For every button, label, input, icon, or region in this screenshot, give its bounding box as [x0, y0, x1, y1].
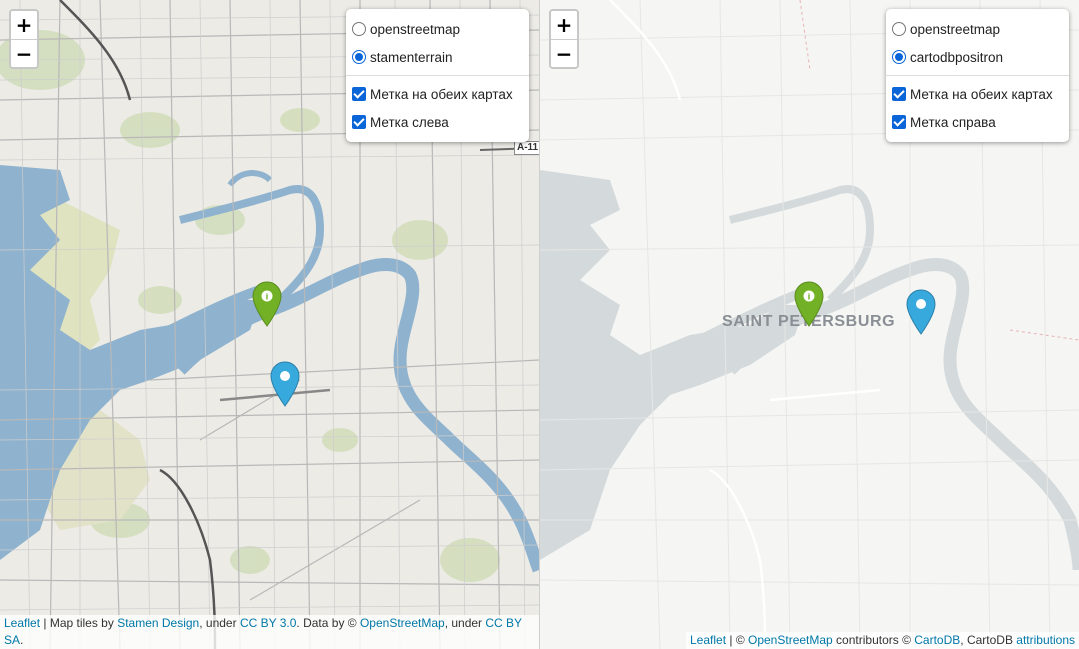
layers-separator	[886, 75, 1069, 76]
cartodb-link[interactable]: CartoDB	[914, 633, 960, 647]
base-layer-cartodbpositron[interactable]: cartodbpositron	[892, 43, 1059, 71]
overlay-left[interactable]: Метка слева	[352, 108, 519, 136]
road-number-badge: A-11	[514, 141, 539, 155]
checkbox-checked[interactable]	[352, 87, 366, 101]
checkbox-checked[interactable]	[892, 87, 906, 101]
base-layer-stamenterrain[interactable]: stamenterrain	[352, 43, 519, 71]
zoom-in-button[interactable]: +	[11, 11, 37, 39]
overlay-both-maps[interactable]: Метка на обеих картах	[892, 80, 1059, 108]
attributions-link[interactable]: attributions	[1016, 633, 1075, 647]
layers-separator	[346, 75, 529, 76]
right-layers-control: openstreetmap cartodbpositron Метка на о…	[886, 9, 1069, 142]
attrib-text: | Map tiles by	[40, 616, 118, 630]
zoom-in-button[interactable]: +	[551, 11, 577, 39]
stamen-link[interactable]: Stamen Design	[117, 616, 199, 630]
layer-label: openstreetmap	[370, 21, 461, 37]
layer-label: openstreetmap	[910, 21, 1001, 37]
radio-button-selected[interactable]	[892, 50, 906, 64]
marker-right-only[interactable]	[905, 289, 937, 335]
overlay-label: Метка слева	[370, 114, 449, 130]
cc-by-link[interactable]: CC BY 3.0	[240, 616, 296, 630]
osm-link[interactable]: OpenStreetMap	[748, 633, 833, 647]
right-zoom-control: + −	[549, 9, 579, 69]
checkbox-checked[interactable]	[352, 115, 366, 129]
checkbox-checked[interactable]	[892, 115, 906, 129]
attrib-text: , CartoDB	[960, 633, 1017, 647]
svg-text:i: i	[808, 293, 811, 302]
right-attribution: Leaflet | © OpenStreetMap contributors ©…	[686, 632, 1079, 649]
attrib-text: . Data by ©	[296, 616, 360, 630]
attrib-text: , under	[199, 616, 240, 630]
zoom-out-button[interactable]: −	[551, 39, 577, 67]
osm-link[interactable]: OpenStreetMap	[360, 616, 445, 630]
leaflet-link[interactable]: Leaflet	[690, 633, 726, 647]
attrib-text: contributors ©	[832, 633, 915, 647]
layer-label: cartodbpositron	[910, 49, 1004, 65]
radio-button[interactable]	[352, 22, 366, 36]
left-layers-control: openstreetmap stamenterrain Метка на обе…	[346, 9, 529, 142]
overlay-right[interactable]: Метка справа	[892, 108, 1059, 136]
split-map-view: A-11 i + − openstreetmap stamenterrain М…	[0, 0, 1079, 649]
attrib-text: .	[20, 633, 24, 647]
overlay-label: Метка справа	[910, 114, 996, 130]
overlay-both-maps[interactable]: Метка на обеих картах	[352, 80, 519, 108]
base-layer-openstreetmap[interactable]: openstreetmap	[352, 15, 519, 43]
attrib-text: | ©	[726, 633, 748, 647]
left-attribution: Leaflet | Map tiles by Stamen Design, un…	[0, 615, 539, 649]
overlay-label: Метка на обеих картах	[370, 86, 513, 102]
svg-text:i: i	[266, 293, 269, 302]
left-map[interactable]: A-11 i + − openstreetmap stamenterrain М…	[0, 0, 539, 649]
overlay-label: Метка на обеих картах	[910, 86, 1053, 102]
attrib-text: , under	[444, 616, 486, 630]
marker-left-only[interactable]	[269, 361, 301, 407]
base-layer-openstreetmap[interactable]: openstreetmap	[892, 15, 1059, 43]
radio-button[interactable]	[892, 22, 906, 36]
radio-button-selected[interactable]	[352, 50, 366, 64]
right-map[interactable]: SAINT PETERSBURG i + − openstreetmap car…	[540, 0, 1079, 649]
leaflet-link[interactable]: Leaflet	[4, 616, 40, 630]
zoom-out-button[interactable]: −	[11, 39, 37, 67]
marker-both-maps[interactable]: i	[793, 281, 825, 327]
left-zoom-control: + −	[9, 9, 39, 69]
marker-both-maps[interactable]: i	[251, 281, 283, 327]
layer-label: stamenterrain	[370, 49, 453, 65]
